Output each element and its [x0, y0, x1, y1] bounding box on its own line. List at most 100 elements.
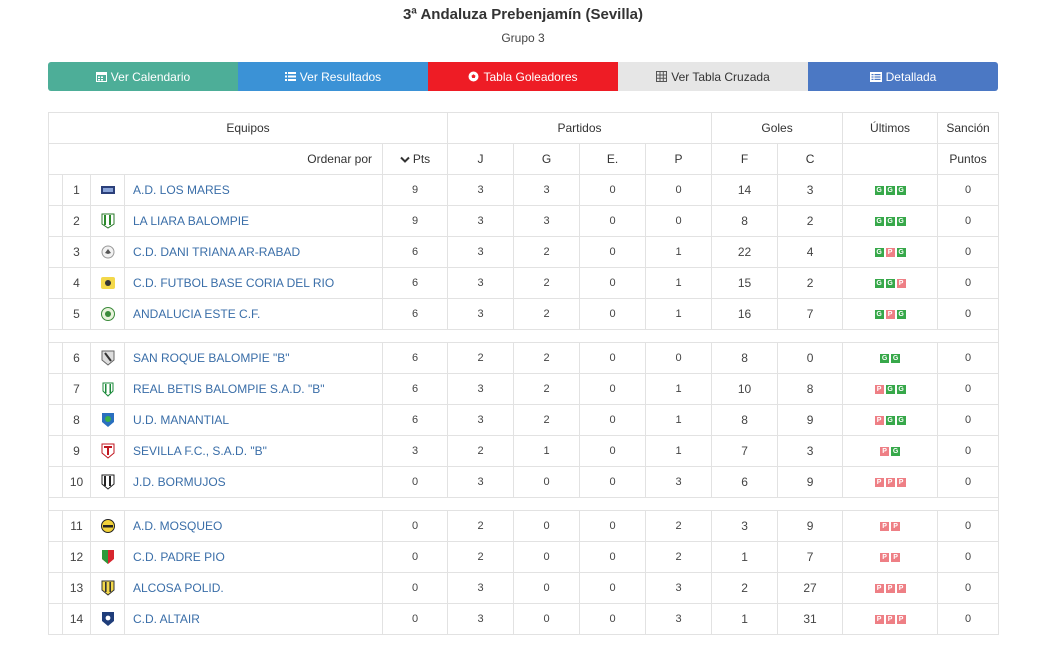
header-ultimos-blank [842, 143, 939, 175]
ver-tabla-cruzada-button[interactable]: Ver Tabla Cruzada [618, 62, 808, 91]
position: 12 [62, 541, 91, 573]
goals-against: 9 [777, 466, 844, 498]
won: 3 [513, 174, 580, 206]
team-link[interactable]: J.D. BORMUJOS [133, 475, 226, 489]
table-row: 12 C.D. PADRE PIO 0 2 0 0 2 1 7 P P 0 [48, 541, 1000, 573]
team-link[interactable]: C.D. ALTAIR [133, 612, 200, 626]
goals-against: 9 [777, 510, 844, 542]
result-badge: G [896, 310, 906, 320]
team-link[interactable]: C.D. DANI TRIANA AR-RABAD [133, 245, 300, 259]
lost: 1 [644, 373, 713, 405]
points: 0 [382, 510, 448, 542]
points: 3 [382, 435, 448, 467]
points: 6 [382, 404, 448, 436]
header-f: F [711, 143, 779, 175]
row-spacer [48, 205, 63, 237]
header-c: C [777, 143, 844, 175]
last-results: PP [842, 510, 939, 542]
team-link[interactable]: U.D. MANANTIAL [133, 413, 229, 427]
team-link[interactable]: C.D. FUTBOL BASE CORIA DEL RIO [133, 276, 334, 290]
row-spacer [48, 298, 63, 330]
goals-against: 3 [777, 174, 844, 206]
sanction-points: 0 [937, 466, 1000, 498]
goals-against: 3 [777, 435, 844, 467]
team-name-cell: SAN ROQUE BALOMPIE "B" [124, 342, 383, 374]
team-link[interactable]: A.D. MOSQUEO [133, 519, 222, 533]
detallada-button[interactable]: Detallada [808, 62, 998, 91]
betis-crest-icon [102, 382, 113, 397]
navy-shield-crest-icon [101, 612, 114, 626]
table-row: 14 C.D. ALTAIR 0 3 0 0 3 1 31 P P P 0 [48, 603, 1000, 635]
goals-for: 8 [711, 404, 779, 436]
last-results: PPP [842, 466, 939, 498]
won: 2 [513, 236, 580, 268]
ver-calendario-button[interactable]: Ver Calendario [48, 62, 238, 91]
position: 3 [62, 236, 91, 268]
sanction-points: 0 [937, 205, 1000, 237]
team-crest-cell [90, 603, 125, 635]
played: 3 [447, 404, 514, 436]
won: 2 [513, 267, 580, 299]
result-badge: G [891, 447, 901, 457]
played: 3 [447, 603, 514, 635]
team-link[interactable]: ALCOSA POLID. [133, 581, 224, 595]
result-badge: P [874, 478, 884, 488]
points: 6 [382, 267, 448, 299]
result-badge: P [896, 615, 906, 625]
position: 13 [62, 572, 91, 604]
team-crest-cell [90, 404, 125, 436]
goals-against: 2 [777, 267, 844, 299]
sort-pts-header[interactable]: Pts [382, 143, 448, 175]
drawn: 0 [579, 404, 646, 436]
team-name-cell: A.D. MOSQUEO [124, 510, 383, 542]
green-stripes-crest-icon [101, 213, 114, 229]
team-link[interactable]: ANDALUCIA ESTE C.F. [133, 307, 260, 321]
green-round-crest-icon [100, 307, 115, 321]
team-link[interactable]: SAN ROQUE BALOMPIE "B" [133, 351, 290, 365]
row-spacer [48, 236, 63, 268]
goals-against: 27 [777, 572, 844, 604]
drawn: 0 [579, 267, 646, 299]
lost: 3 [644, 603, 713, 635]
team-link[interactable]: A.D. LOS MARES [133, 183, 230, 197]
drawn: 0 [579, 342, 646, 374]
team-crest-cell [90, 205, 125, 237]
team-link[interactable]: C.D. PADRE PIO [133, 550, 225, 564]
table-row: 5 ANDALUCIA ESTE C.F. 6 3 2 0 1 16 7 G P G 0 [48, 298, 1000, 330]
table-row: 13 ALCOSA POLID. 0 3 0 0 3 2 27 P P P 0 [48, 572, 1000, 604]
goals-for: 2 [711, 572, 779, 604]
result-badge: G [896, 186, 906, 196]
team-crest-cell [90, 435, 125, 467]
won: 2 [513, 342, 580, 374]
team-name-cell: ANDALUCIA ESTE C.F. [124, 298, 383, 330]
goals-for: 1 [711, 603, 779, 635]
played: 3 [447, 298, 514, 330]
result-badge: P [874, 584, 884, 594]
drawn: 0 [579, 435, 646, 467]
ver-resultados-button[interactable]: Ver Resultados [238, 62, 428, 91]
result-badge: P [880, 447, 890, 457]
tabla-goleadores-button[interactable]: Tabla Goleadores [428, 62, 618, 91]
separator-cell [47, 329, 1000, 343]
team-crest-cell [90, 267, 125, 299]
yellow-stripes-crest-icon [101, 580, 114, 596]
goals-for: 22 [711, 236, 779, 268]
list-icon [284, 72, 296, 81]
table-row: 11 A.D. MOSQUEO 0 2 0 0 2 3 9 P P 0 [48, 510, 1000, 542]
drawn: 0 [579, 603, 646, 635]
played: 2 [447, 541, 514, 573]
header-puntos: Puntos [937, 143, 1000, 175]
row-spacer [48, 404, 63, 436]
goals-against: 4 [777, 236, 844, 268]
tabla-goleadores-label: Tabla Goleadores [483, 69, 578, 84]
won: 2 [513, 404, 580, 436]
calendar-icon [95, 72, 107, 82]
team-link[interactable]: SEVILLA F.C., S.A.D. "B" [133, 444, 267, 458]
drawn: 0 [579, 541, 646, 573]
team-link[interactable]: LA LIARA BALOMPIE [133, 214, 249, 228]
last-results: PGG [842, 404, 939, 436]
team-link[interactable]: REAL BETIS BALOMPIE S.A.D. "B" [133, 382, 324, 396]
last-results: GGP [842, 267, 939, 299]
separator-cell [47, 497, 1000, 511]
played: 3 [447, 267, 514, 299]
